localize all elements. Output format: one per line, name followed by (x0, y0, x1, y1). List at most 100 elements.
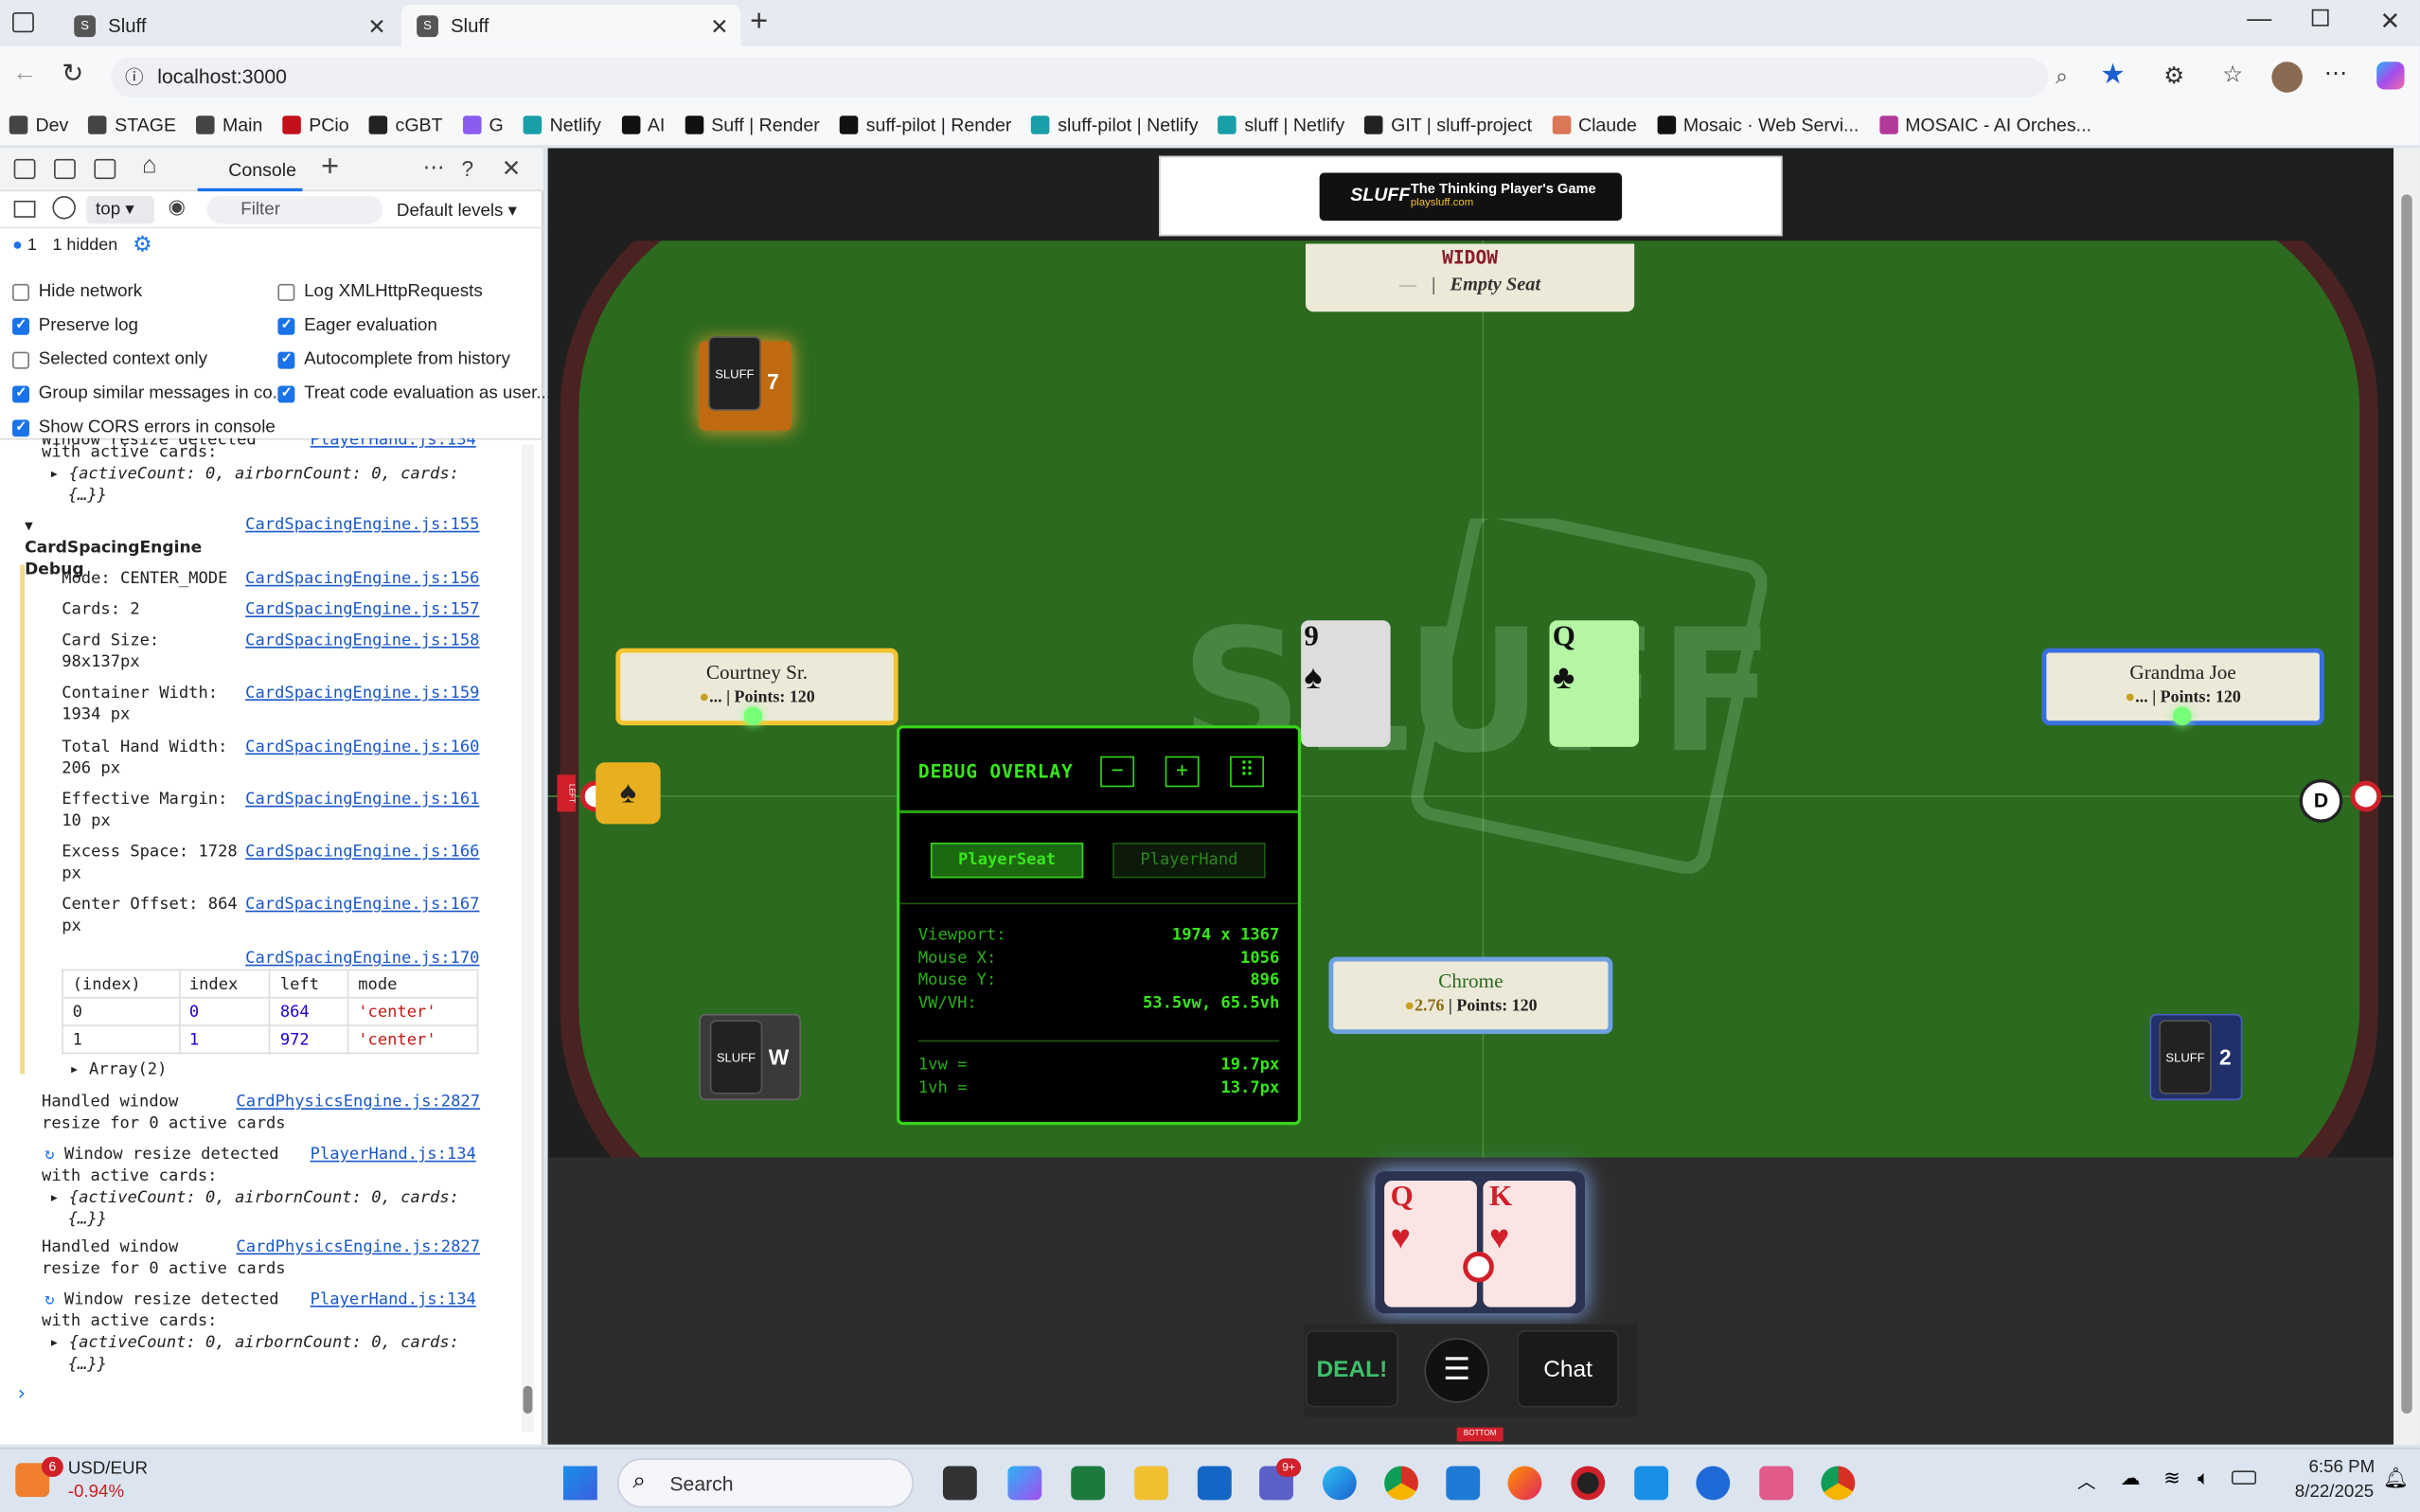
hand-card[interactable]: Q ♥ (1384, 1180, 1477, 1307)
debug-tab-playerseat[interactable]: PlayerSeat (930, 842, 1084, 879)
filter-input[interactable]: Filter (206, 196, 383, 224)
chrome-icon[interactable] (1384, 1466, 1418, 1501)
minimize-icon[interactable]: — (2247, 7, 2271, 34)
source-link[interactable]: CardSpacingEngine.js:159 (245, 682, 479, 703)
zoom-icon[interactable]: ⌕ (2055, 63, 2068, 90)
add-tab-icon[interactable]: + (321, 150, 339, 185)
checkbox[interactable] (12, 418, 29, 436)
page-scrollbar[interactable] (2393, 148, 2420, 1445)
checkbox[interactable] (12, 383, 29, 402)
close-icon[interactable]: ✕ (710, 14, 728, 41)
copilot-icon[interactable] (1007, 1466, 1042, 1501)
notification-bell-icon[interactable]: 🔔︎ (2383, 1467, 2409, 1491)
bookmark-item[interactable]: STAGE (88, 115, 176, 135)
console-option[interactable]: Hide network (12, 275, 287, 309)
checkbox[interactable] (12, 315, 29, 334)
inspect-icon[interactable] (13, 158, 36, 180)
source-link[interactable]: PlayerHand.js:134 (311, 438, 476, 451)
device-icon[interactable] (54, 158, 76, 180)
checkbox[interactable] (277, 315, 295, 334)
url-input[interactable]: ⓘ localhost:3000 (111, 57, 2049, 98)
back-icon[interactable]: ← (12, 61, 37, 88)
bookmark-item[interactable]: Main (196, 115, 262, 135)
console-option[interactable]: Log XMLHttpRequests (277, 275, 551, 309)
new-tab-icon[interactable]: + (750, 5, 768, 40)
bookmark-item[interactable]: Suff | Render (685, 115, 820, 135)
source-link[interactable]: CardSpacingEngine.js:158 (245, 630, 479, 651)
opera-icon[interactable] (1571, 1466, 1606, 1501)
bookmark-item[interactable]: sluff | Netlify (1218, 115, 1344, 135)
spade-token[interactable]: ♠ (596, 762, 661, 825)
bookmark-item[interactable]: Claude (1552, 115, 1637, 135)
bookmark-item[interactable]: GIT | sluff-project (1364, 115, 1532, 135)
more-icon[interactable]: ⋯ (423, 154, 445, 181)
file-explorer-icon[interactable] (1134, 1466, 1168, 1501)
firefox-icon[interactable] (1507, 1466, 1542, 1501)
bookmark-item[interactable]: AI (621, 115, 665, 135)
chrome-icon[interactable] (1821, 1466, 1856, 1501)
debug-minimize-button[interactable]: − (1100, 756, 1135, 788)
copilot-icon[interactable] (2376, 62, 2405, 90)
bookmark-item[interactable]: Netlify (523, 115, 601, 135)
more-icon[interactable]: ⋯ (2324, 59, 2347, 87)
context-select[interactable]: top ▾ (86, 196, 154, 224)
bookmark-item[interactable]: sluff-pilot | Netlify (1031, 115, 1198, 135)
source-link[interactable]: CardSpacingEngine.js:155 (245, 514, 479, 536)
console-scrollbar[interactable] (521, 444, 534, 1432)
source-link[interactable]: CardSpacingEngine.js:160 (245, 737, 479, 758)
excel-icon[interactable] (1071, 1466, 1106, 1501)
source-link[interactable]: CardSpacingEngine.js:156 (245, 568, 479, 590)
tab-sluff-1[interactable]: S Sluff ✕ (58, 4, 399, 46)
debug-tab-playerhand[interactable]: PlayerHand (1112, 842, 1266, 879)
chat-button[interactable]: Chat (1517, 1330, 1619, 1408)
source-link[interactable]: CardPhysicsEngine.js:2827 (236, 1236, 480, 1258)
help-icon[interactable]: ? (461, 156, 473, 181)
console-option[interactable]: Selected context only (12, 343, 287, 377)
clear-icon[interactable] (52, 196, 76, 220)
clock-date[interactable]: 8/22/2025 (2295, 1483, 2374, 1502)
start-icon[interactable] (562, 1466, 597, 1501)
menu-button[interactable]: ☰ (1424, 1338, 1489, 1403)
console-option[interactable]: Treat code evaluation as user... (277, 377, 551, 411)
log-object[interactable]: ▸ {activeCount: 0, airbornCount: 0, card… (49, 1186, 459, 1208)
hand-card[interactable]: K ♥ (1483, 1180, 1576, 1307)
favorites-icon[interactable]: ☆ (2222, 61, 2243, 88)
checkbox[interactable] (12, 350, 29, 368)
avatar[interactable] (2271, 62, 2303, 93)
battery-icon[interactable] (2231, 1470, 2257, 1485)
search-box[interactable]: ⌕ Search (617, 1458, 914, 1508)
extensions-icon[interactable]: ⚙ (2163, 62, 2184, 90)
reload-icon[interactable]: ↻ (62, 59, 83, 90)
log-array[interactable]: ▸ Array(2) (69, 1058, 167, 1080)
dock-icon[interactable] (94, 158, 116, 180)
tray-chevron-icon[interactable]: ︿ (2077, 1468, 2096, 1494)
restore-icon[interactable] (2311, 9, 2329, 27)
app-icon[interactable] (1696, 1466, 1731, 1501)
source-link[interactable]: CardSpacingEngine.js:161 (245, 789, 479, 810)
bookmark-item[interactable]: cGBT (368, 115, 443, 135)
console-option[interactable]: Preserve log (12, 309, 287, 343)
clock-time[interactable]: 6:56 PM (2308, 1458, 2375, 1477)
edge-icon[interactable] (1322, 1466, 1357, 1501)
info-icon[interactable]: ⓘ (125, 57, 144, 97)
outlook-icon[interactable] (1197, 1466, 1232, 1501)
checkbox[interactable] (277, 283, 295, 301)
tab-console[interactable]: Console (197, 148, 303, 192)
deal-button[interactable]: DEAL! (1305, 1330, 1398, 1408)
console-option[interactable]: Group similar messages in co... (12, 377, 287, 411)
app-icon[interactable] (1634, 1466, 1669, 1501)
bookmark-item[interactable]: Dev (9, 115, 69, 135)
checkbox[interactable] (277, 349, 295, 368)
seat-me[interactable]: Chrome ●2.76 | Points: 120 (1328, 956, 1613, 1035)
console-prompt[interactable]: › (15, 1383, 27, 1406)
volume-icon[interactable]: 🔈︎ (2198, 1467, 2210, 1491)
sidebar-toggle-icon[interactable] (13, 200, 36, 218)
bookmark-item[interactable]: suff-pilot | Render (839, 115, 1011, 135)
source-link[interactable]: CardSpacingEngine.js:170 (245, 948, 479, 969)
tab-actions-icon[interactable] (12, 12, 34, 33)
checkbox[interactable] (277, 383, 295, 402)
source-link[interactable]: CardSpacingEngine.js:166 (245, 841, 479, 863)
console-option[interactable]: Autocomplete from history (277, 343, 551, 377)
snipping-icon[interactable] (1759, 1466, 1794, 1501)
tab-sluff-2[interactable]: S Sluff ✕ (400, 4, 741, 46)
